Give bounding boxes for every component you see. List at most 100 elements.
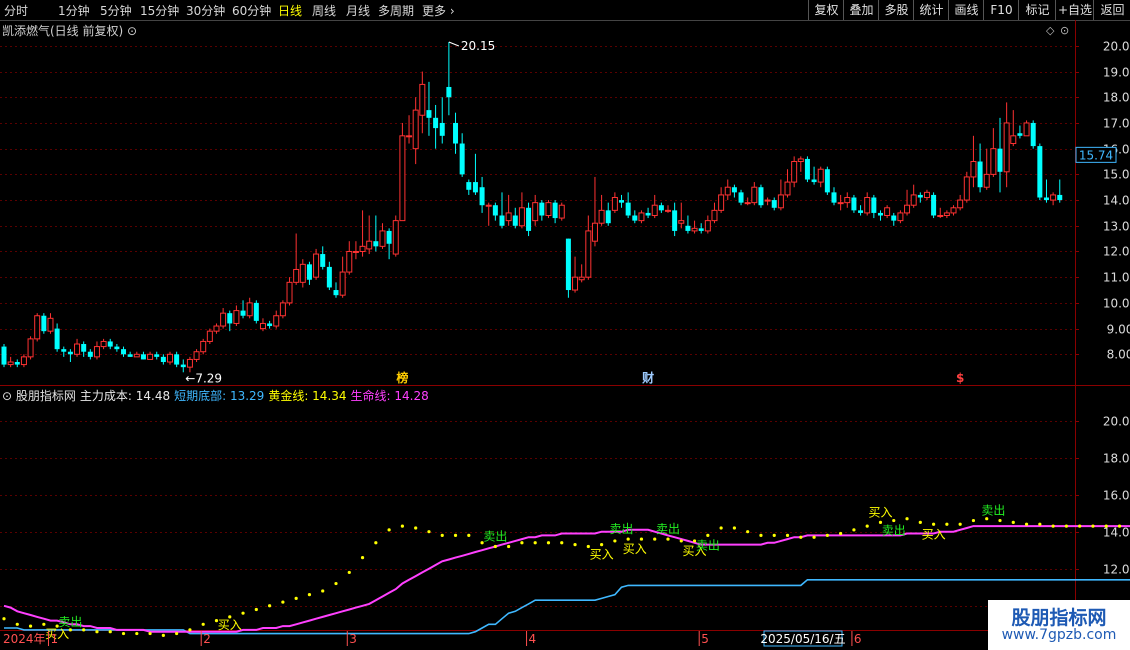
candle-body-119 <box>791 161 798 183</box>
series-2-dot-90 <box>600 543 604 547</box>
signal-label-7: 卖出 <box>656 522 680 536</box>
candle-body-150 <box>997 148 1003 172</box>
candle-body-140 <box>931 194 937 216</box>
candle-body-37 <box>246 302 253 317</box>
series-2-dot-94 <box>626 537 630 541</box>
series-2-dot-122 <box>812 535 816 539</box>
candle-body-39 <box>259 322 266 330</box>
candle-body-154 <box>1023 122 1030 137</box>
diamond-icon: ◇ <box>1046 24 1055 37</box>
series-2-dot-118 <box>785 533 790 537</box>
ind-tick-label-4: 18.00 <box>1103 452 1130 466</box>
month-label-1: 2 <box>203 632 211 646</box>
series-2-dot-0 <box>2 617 6 621</box>
series-2-dot-74 <box>493 544 497 549</box>
price-tick-label-6: 14.00 <box>1103 194 1130 208</box>
candle-body-114 <box>758 187 764 206</box>
candle-body-100 <box>665 209 671 212</box>
series-2-dot-52 <box>347 570 351 575</box>
series-2-dot-48 <box>321 589 325 593</box>
candle-body-121 <box>804 158 810 180</box>
candle-body-57 <box>379 230 386 247</box>
candle-body-82 <box>545 202 552 216</box>
candle-body-30 <box>200 340 207 353</box>
chart-canvas[interactable]: 8.009.0010.0011.0012.0013.0014.0015.0016… <box>0 0 1130 650</box>
candle-body-63 <box>419 83 426 116</box>
candle-body-64 <box>426 110 432 118</box>
candle-body-151 <box>1003 122 1010 173</box>
series-2-dot-26 <box>175 631 179 636</box>
ind-tick-label-5: 20.00 <box>1103 415 1130 429</box>
signal-label-2: 买入 <box>218 618 242 632</box>
candle-body-80 <box>532 202 539 222</box>
candle-body-55 <box>366 240 373 250</box>
series-2-dot-22 <box>148 631 152 636</box>
candle-body-107 <box>711 209 718 222</box>
series-2-dot-28 <box>188 628 192 632</box>
candle-body-106 <box>704 220 711 232</box>
series-2-dot-64 <box>427 530 431 534</box>
series-2-dot-86 <box>573 543 577 547</box>
candle-body-35 <box>233 310 240 324</box>
candle-body-77 <box>512 215 518 226</box>
candle-body-65 <box>433 117 439 129</box>
candle-body-112 <box>744 202 751 205</box>
candle-body-73 <box>485 204 492 207</box>
candle-body-71 <box>472 182 478 193</box>
series-2-dot-40 <box>268 604 272 608</box>
candle-body-15 <box>100 340 107 348</box>
series-2-dot-140 <box>932 522 936 526</box>
month-label-3: 4 <box>529 632 537 646</box>
series-2-dot-12 <box>82 628 86 632</box>
candle-body-74 <box>492 205 498 216</box>
series-line-1 <box>3 525 1130 633</box>
candle-body-3 <box>20 356 27 366</box>
candle-body-126 <box>837 202 844 205</box>
series-2-dot-124 <box>825 533 829 537</box>
candle-body-91 <box>605 210 611 224</box>
candle-body-62 <box>412 109 419 150</box>
series-2-dot-144 <box>958 522 962 526</box>
candle-body-108 <box>718 194 725 211</box>
series-2-dot-168 <box>1117 524 1122 528</box>
series-2-dot-98 <box>653 537 657 541</box>
ind-tick-label-2: 14.00 <box>1103 526 1130 540</box>
watermark-logo: 股朋指标网 www.7gpzb.com <box>988 600 1130 650</box>
signal-label-13: 卖出 <box>981 504 1005 518</box>
candle-body-109 <box>724 186 731 196</box>
candle-body-11 <box>74 343 81 355</box>
candle-body-13 <box>87 351 93 357</box>
series-2-dot-56 <box>374 541 378 545</box>
series-2-dot-60 <box>400 524 404 528</box>
candle-body-34 <box>227 313 233 324</box>
candle-body-46 <box>306 264 312 280</box>
candle-body-43 <box>286 281 293 304</box>
close-icon: ⊙ <box>1060 24 1069 37</box>
candle-body-120 <box>797 158 804 163</box>
candle-body-141 <box>937 214 944 217</box>
series-2-dot-164 <box>1091 524 1095 528</box>
series-2-dot-130 <box>865 524 869 528</box>
candle-body-4 <box>27 338 34 358</box>
series-2-dot-114 <box>759 533 763 537</box>
candle-body-101 <box>672 210 678 231</box>
series-2-dot-158 <box>1051 524 1055 528</box>
candle-body-86 <box>572 276 579 291</box>
candle-body-90 <box>598 209 605 224</box>
candle-body-58 <box>386 230 392 244</box>
candle-body-105 <box>698 228 704 231</box>
series-2-dot-58 <box>387 528 391 532</box>
candle-body-148 <box>983 173 990 188</box>
candle-body-117 <box>777 194 784 209</box>
series-2-dot-4 <box>28 624 33 628</box>
series-2-dot-154 <box>1024 522 1029 526</box>
candle-body-41 <box>273 315 280 327</box>
candle-body-60 <box>399 135 406 222</box>
price-tick-label-9: 17.00 <box>1103 117 1130 131</box>
candle-body-76 <box>505 212 512 222</box>
candle-body-6 <box>41 315 47 332</box>
candle-body-47 <box>313 253 320 278</box>
candle-body-24 <box>160 356 166 363</box>
candle-body-133 <box>884 207 891 216</box>
candle-body-89 <box>591 222 598 242</box>
